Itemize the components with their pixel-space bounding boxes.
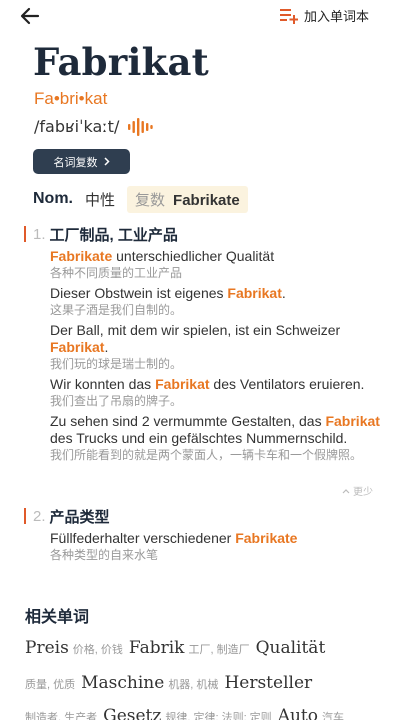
related-word-gloss: 机器, 机械 <box>168 679 219 691</box>
add-to-vocabulary-label: 加入单词本 <box>303 9 369 24</box>
gender-label: 中性 <box>85 191 116 209</box>
back-button[interactable] <box>18 4 42 28</box>
case-label: Nom. <box>33 190 73 207</box>
example-german: Fabrikate unterschiedlicher Qualität <box>50 248 275 264</box>
sense-header: 1. 工厂制品, 工业产品 <box>24 224 384 244</box>
plural-form: Fabrikate <box>173 191 240 209</box>
related-words-title: 相关单词 <box>25 603 91 629</box>
grammar-row: Nom. 中性 复数 Fabrikate <box>33 185 248 213</box>
plural-label: 复数 <box>135 191 166 209</box>
sense-header: 2. 产品类型 <box>24 506 384 526</box>
example-german: Zu sehen sind 2 vermummte Gestalten, das… <box>50 413 380 446</box>
show-less-button[interactable]: 更少 <box>342 483 373 498</box>
chevron-up-icon <box>342 488 350 493</box>
related-word-gloss: 制造者, 生产者 <box>25 712 98 720</box>
example: Fabrikate unterschiedlicher Qualität 各种不… <box>50 248 384 281</box>
chevron-right-icon <box>103 157 110 166</box>
sense-number: 1. <box>33 225 46 243</box>
example-german: Der Ball, mit dem wir spielen, ist ein S… <box>50 322 341 355</box>
sense-1: 1. 工厂制品, 工业产品 Fabrikate unterschiedliche… <box>24 224 384 463</box>
example: Zu sehen sind 2 vermummte Gestalten, das… <box>50 413 384 463</box>
example: Füllfederhalter verschiedener Fabrikate … <box>50 530 384 563</box>
related-word-gloss: 汽车 <box>321 712 344 720</box>
arrow-left-icon <box>20 7 40 25</box>
noun-plural-button-label: 名词复数 <box>53 156 98 169</box>
playlist-add-icon <box>279 8 298 24</box>
pronunciation-row: /fabʁiˈkaːt/ <box>34 117 154 136</box>
ipa-transcription: /fabʁiˈkaːt/ <box>34 117 120 136</box>
example: Wir konnten das Fabrikat des Ventilators… <box>50 376 384 409</box>
sense-2: 2. 产品类型 Füllfederhalter verschiedener Fa… <box>24 506 384 563</box>
sense-definition: 产品类型 <box>49 508 110 526</box>
example-german: Dieser Obstwein ist eigenes Fabrikat. <box>50 285 286 301</box>
sense-number: 2. <box>33 507 46 525</box>
plural-chip: 复数 Fabrikate <box>127 185 248 213</box>
example-german: Füllfederhalter verschiedener Fabrikate <box>50 530 298 546</box>
related-word[interactable]: Gesetz <box>103 706 161 720</box>
example: Der Ball, mit dem wir spielen, ist ein S… <box>50 322 384 372</box>
related-word-gloss: 规律, 定律; 法则; 定则 <box>165 712 272 720</box>
example-translation: 我们玩的球是瑞士制的。 <box>50 357 183 371</box>
example: Dieser Obstwein ist eigenes Fabrikat. 这果… <box>50 285 384 318</box>
example-translation: 我们所能看到的就是两个蒙面人，一辆卡车和一个假牌照。 <box>50 448 363 462</box>
headword: Fabrikat <box>33 40 209 84</box>
related-word[interactable]: Fabrik <box>129 638 185 658</box>
example-translation: 我们查出了吊扇的牌子。 <box>50 394 183 408</box>
related-word[interactable]: Hersteller <box>224 673 312 693</box>
related-words-row: Preis 价格, 价钱 Fabrik 工厂, 制造厂 Qualität <box>25 638 385 658</box>
syllabification: Fa•bri•kat <box>34 89 108 108</box>
related-word[interactable]: Qualität <box>256 638 326 658</box>
example-translation: 各种类型的自来水笔 <box>50 548 159 562</box>
noun-plural-button[interactable]: 名词复数 <box>33 149 130 174</box>
related-words-row: 质量, 优质 Maschine 机器, 机械 Hersteller <box>25 673 385 693</box>
add-to-vocabulary-button[interactable]: 加入单词本 <box>279 6 369 25</box>
example-translation: 各种不同质量的工业产品 <box>50 266 183 280</box>
related-words-row: 制造者, 生产者 Gesetz 规律, 定律; 法则; 定则 Auto 汽车 <box>25 706 385 720</box>
show-less-label: 更少 <box>353 487 373 498</box>
related-word-gloss: 质量, 优质 <box>25 679 76 691</box>
related-word-gloss: 价格, 价钱 <box>72 644 123 656</box>
sense-marker <box>24 226 26 242</box>
top-bar: 加入单词本 <box>0 0 405 32</box>
sense-marker <box>24 508 26 524</box>
sense-definition: 工厂制品, 工业产品 <box>49 226 178 244</box>
related-word-gloss: 工厂, 制造厂 <box>188 644 250 656</box>
related-word[interactable]: Auto <box>278 706 318 720</box>
related-word[interactable]: Preis <box>25 638 69 658</box>
related-word[interactable]: Maschine <box>81 673 164 693</box>
audio-wave-icon[interactable] <box>127 117 154 136</box>
example-german: Wir konnten das Fabrikat des Ventilators… <box>50 376 365 392</box>
example-translation: 这果子酒是我们自制的。 <box>50 303 183 317</box>
